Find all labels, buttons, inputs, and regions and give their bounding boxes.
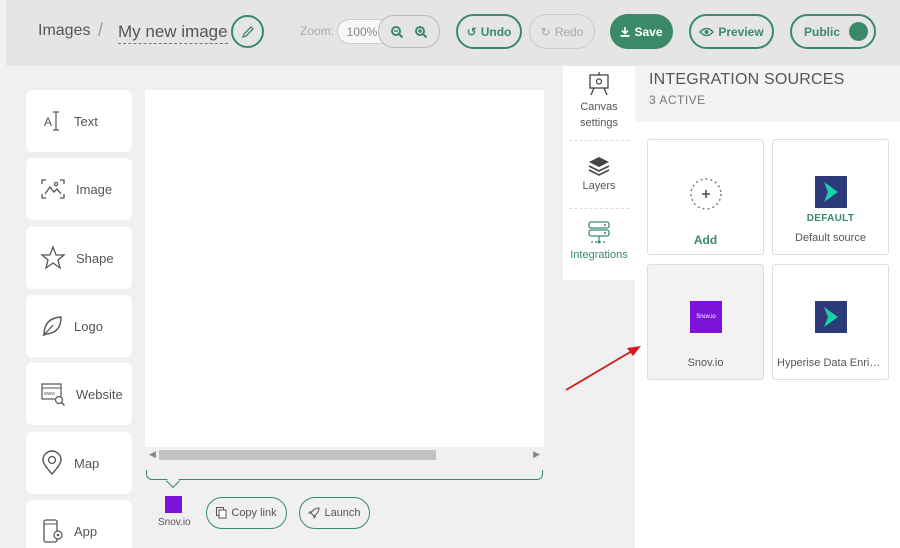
snov-logo-small (164, 496, 182, 513)
tool-label: Text (74, 113, 98, 129)
default-badge: DEFAULT (806, 213, 855, 224)
undo-button[interactable]: ↺ Undo (456, 14, 522, 49)
undo-icon: ↺ (466, 24, 477, 39)
server-icon (588, 221, 610, 244)
tool-website[interactable]: www Website (26, 363, 132, 425)
tab-divider (569, 140, 629, 141)
save-label: Save (634, 24, 663, 39)
launch-label: Launch (324, 507, 361, 519)
scroll-left-icon[interactable]: ◀ (149, 449, 156, 460)
download-icon (620, 26, 630, 37)
redo-button[interactable]: ↻ Redo (529, 14, 595, 49)
hyperise-logo (815, 176, 847, 208)
add-label: Add (693, 233, 718, 247)
source-name: Default source (795, 232, 866, 244)
scrollbar-thumb[interactable] (159, 450, 436, 460)
launch-button[interactable]: Launch (299, 497, 370, 529)
active-source-name: Snov.io (158, 517, 191, 528)
source-name: Snov.io (687, 357, 724, 369)
breadcrumb-separator: / (98, 20, 104, 40)
zoom-controls (378, 15, 440, 48)
tool-label: Logo (74, 318, 103, 334)
app-icon (43, 519, 63, 543)
panel-subtitle: 3 ACTIVE (649, 93, 706, 107)
tool-label: Website (76, 386, 123, 402)
tool-label: App (74, 523, 98, 539)
zoom-in-icon[interactable] (414, 25, 428, 39)
copy-link-label: Copy link (231, 507, 277, 519)
redo-icon: ↻ (540, 24, 551, 39)
redo-label: Redo (554, 24, 584, 39)
source-card-snov[interactable]: Snov.io Snov.io (647, 264, 764, 380)
tab-canvas-settings[interactable]: Canvas settings (563, 72, 635, 131)
preview-button[interactable]: Preview (689, 14, 774, 49)
tool-label: Image (76, 181, 113, 197)
breadcrumb-images[interactable]: Images (38, 22, 90, 40)
tab-label: Integrations (570, 249, 628, 261)
side-tabs: Canvas settings Layers Integrations (563, 66, 635, 280)
image-icon (41, 179, 65, 199)
tool-map[interactable]: Map (26, 432, 132, 494)
tool-text[interactable]: A Text (26, 90, 132, 152)
public-toggle[interactable]: Public (790, 14, 876, 49)
source-card-default[interactable]: DEFAULT Default source (772, 139, 889, 255)
copy-icon (216, 507, 227, 519)
add-circle-icon (690, 178, 722, 210)
preview-label: Preview (718, 24, 764, 39)
undo-label: Undo (480, 24, 512, 39)
star-icon (40, 245, 66, 270)
leaf-icon (42, 316, 62, 337)
svg-text:www: www (44, 391, 55, 397)
tool-logo[interactable]: Logo (26, 295, 132, 357)
chevron-right-icon (824, 182, 838, 202)
source-bracket (146, 470, 543, 480)
eye-icon (699, 27, 715, 36)
integration-panel: INTEGRATION SOURCES 3 ACTIVE Add DEFAULT… (635, 66, 900, 548)
active-source-chip[interactable]: Snov.io (158, 496, 191, 528)
chevron-right-icon (824, 307, 838, 327)
scroll-right-icon[interactable]: ▶ (533, 449, 540, 460)
tab-label: Layers (582, 180, 616, 192)
panel-title: INTEGRATION SOURCES (649, 71, 845, 88)
save-button[interactable]: Save (610, 14, 673, 49)
edit-name-button[interactable] (231, 15, 264, 48)
zoom-out-icon[interactable] (390, 25, 404, 39)
pencil-icon (241, 25, 254, 38)
public-label: Public (804, 24, 841, 39)
tab-divider (569, 208, 629, 209)
add-source-card[interactable]: Add (647, 139, 764, 255)
snov-logo: Snov.io (690, 301, 722, 333)
rocket-icon (308, 507, 320, 519)
toggle-knob (849, 22, 868, 41)
image-name[interactable]: My new image (118, 22, 228, 44)
panel-header: INTEGRATION SOURCES 3 ACTIVE (635, 66, 900, 122)
top-bar: Images / My new image Zoom: 100% ↺ Undo ↻… (6, 0, 900, 66)
text-icon: A (44, 111, 59, 131)
zoom-label: Zoom: (300, 24, 335, 38)
tool-shape[interactable]: Shape (26, 227, 132, 289)
tool-label: Map (74, 455, 100, 471)
tool-image[interactable]: Image (26, 158, 132, 220)
horizontal-scrollbar[interactable]: ◀ ▶ (145, 447, 544, 463)
source-name: Hyperise Data Enrichment (777, 357, 888, 369)
tool-label: Shape (76, 250, 114, 266)
tool-app[interactable]: App (26, 500, 132, 548)
source-card-hyperise[interactable]: Hyperise Data Enrichment (772, 264, 889, 380)
tab-integrations[interactable]: Integrations (563, 220, 635, 261)
website-icon: www (41, 383, 65, 406)
hyperise-logo (815, 301, 847, 333)
tab-label: Canvas settings (580, 101, 618, 129)
copy-link-button[interactable]: Copy link (206, 497, 287, 529)
image-canvas[interactable] (145, 90, 544, 447)
tab-layers[interactable]: Layers (563, 155, 635, 192)
layers-icon (588, 157, 610, 176)
easel-icon (589, 72, 609, 96)
svg-text:A: A (44, 115, 52, 129)
map-pin-icon (42, 450, 62, 476)
